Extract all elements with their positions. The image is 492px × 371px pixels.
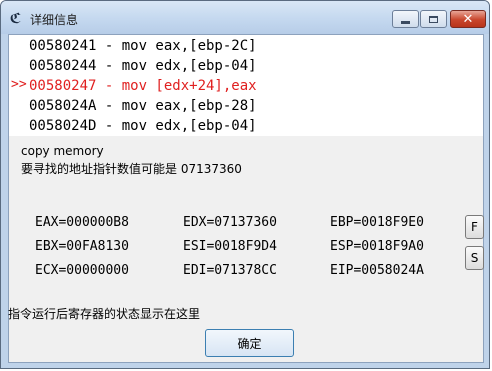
status-label: 指令运行后寄存器的状态显示在这里: [8, 307, 201, 321]
stack-button[interactable]: S: [465, 246, 484, 270]
details-dialog: ℭ 详细信息 ✕ >> 00580241 - mov eax,[ebp-2C] …: [0, 0, 490, 369]
register-ebx: EBX=00FA8130: [35, 239, 129, 254]
maximize-icon: [429, 15, 438, 23]
title-bar[interactable]: ℭ 详细信息 ✕: [1, 1, 489, 34]
close-icon: ✕: [462, 11, 474, 27]
disassembly-line: 0058024D - mov edx,[ebp-04]: [29, 118, 257, 134]
current-instruction-marker: >>: [11, 77, 27, 92]
maximize-button[interactable]: [420, 10, 447, 28]
register-edx: EDX=07137360: [183, 215, 277, 230]
disassembly-line: 00580244 - mov edx,[ebp-04]: [29, 58, 257, 74]
register-eip: EIP=0058024A: [330, 263, 424, 278]
register-ecx: ECX=00000000: [35, 263, 129, 278]
pointer-hint-label: 要寻找的地址指针数值可能是 07137360: [21, 162, 242, 176]
register-esi: ESI=0018F9D4: [183, 239, 277, 254]
disassembly-line: 00580241 - mov eax,[ebp-2C]: [29, 38, 257, 54]
register-ebp: EBP=0018F9E0: [330, 215, 424, 230]
cheat-engine-icon: ℭ: [9, 10, 22, 27]
minimize-button[interactable]: [392, 10, 419, 28]
window-title: 详细信息: [30, 13, 79, 27]
register-esp: ESP=0018F9A0: [330, 239, 424, 254]
disassembly-panel: >> 00580241 - mov eax,[ebp-2C] 00580244 …: [9, 35, 483, 136]
dialog-client-area: >> 00580241 - mov eax,[ebp-2C] 00580244 …: [8, 34, 484, 363]
float-registers-button[interactable]: F: [465, 215, 484, 239]
register-edi: EDI=071378CC: [183, 263, 277, 278]
disassembly-line-current: 00580247 - mov [edx+24],eax: [29, 78, 257, 94]
close-button[interactable]: ✕: [450, 10, 486, 28]
disassembly-line: 0058024A - mov eax,[ebp-28]: [29, 98, 257, 114]
register-eax: EAX=000000B8: [35, 215, 129, 230]
minimize-icon: [401, 20, 410, 24]
info-label: copy memory: [21, 144, 104, 158]
ok-button[interactable]: 确定: [205, 329, 294, 357]
